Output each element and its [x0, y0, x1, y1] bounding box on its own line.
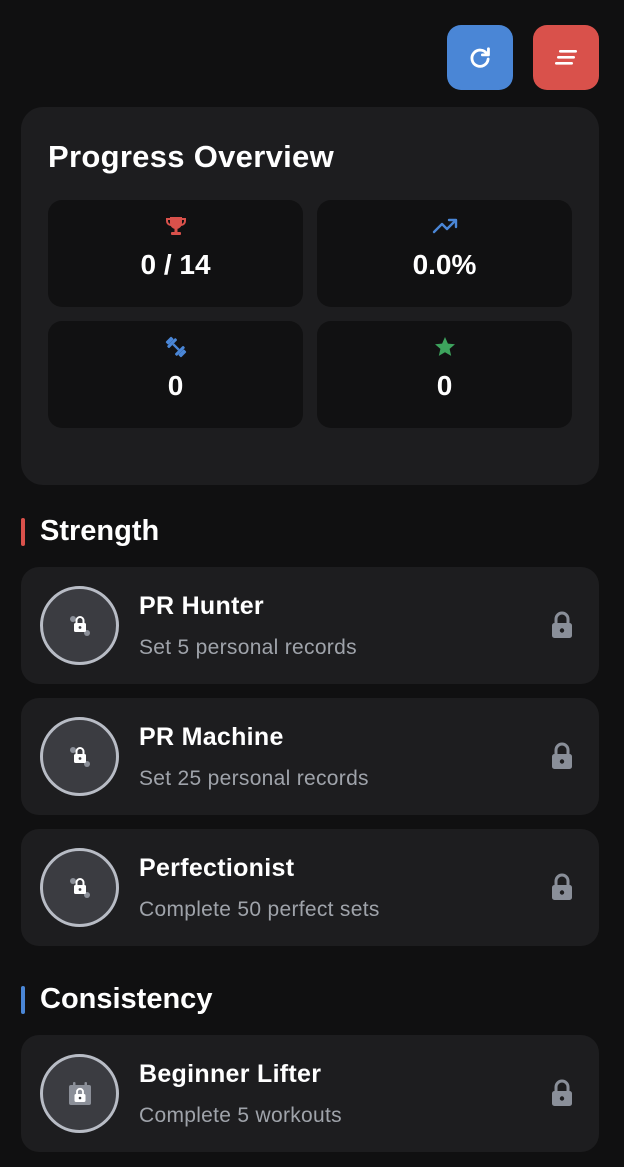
section-accent-bar — [21, 985, 25, 1014]
refresh-icon — [470, 46, 490, 68]
locked-medal-icon — [69, 877, 90, 898]
section-label: Consistency — [40, 983, 213, 1015]
stat-value: 0.0% — [412, 249, 477, 280]
lock-icon — [552, 1079, 572, 1106]
achievement-card-beginner-lifter[interactable]: Beginner Lifter Complete 5 workouts — [21, 1035, 599, 1152]
sort-button[interactable] — [533, 25, 599, 90]
stat-achievements: 0 / 14 — [48, 200, 303, 307]
stat-points: 0 — [317, 321, 572, 428]
achievement-card-pr-hunter[interactable]: PR Hunter Set 5 personal records — [21, 567, 599, 684]
stat-value: 0 — [167, 370, 184, 401]
refresh-button[interactable] — [447, 25, 513, 90]
achievement-title: PR Hunter — [139, 592, 264, 620]
trending-up-icon — [432, 218, 457, 234]
locked-calendar-icon — [68, 1081, 91, 1105]
stat-value: 0 — [436, 370, 453, 401]
overview-title: Progress Overview — [48, 139, 334, 174]
star-icon — [434, 337, 455, 356]
section-title-strength: Strength — [21, 515, 159, 548]
achievement-badge — [40, 586, 119, 665]
achievement-badge — [40, 848, 119, 927]
locked-medal-icon — [69, 615, 90, 636]
sort-icon — [555, 49, 577, 65]
lock-icon — [552, 611, 572, 638]
trophy-icon — [165, 217, 186, 235]
section-title-consistency: Consistency — [21, 983, 212, 1016]
achievement-description: Set 25 personal records — [139, 767, 369, 790]
achievement-badge — [40, 1054, 119, 1133]
achievement-description: Complete 5 workouts — [139, 1104, 342, 1127]
locked-medal-icon — [69, 746, 90, 767]
achievement-title: Beginner Lifter — [139, 1060, 322, 1088]
section-accent-bar — [21, 517, 25, 546]
stat-workouts: 0 — [48, 321, 303, 428]
achievement-description: Complete 50 perfect sets — [139, 898, 380, 921]
progress-overview-card: Progress Overview 0 / 14 0.0% 0 0 — [21, 107, 599, 485]
lock-icon — [552, 873, 572, 900]
section-label: Strength — [40, 515, 160, 547]
dumbbell-icon — [165, 336, 186, 358]
lock-icon — [552, 742, 572, 769]
achievement-title: Perfectionist — [139, 854, 295, 882]
stat-completion: 0.0% — [317, 200, 572, 307]
stat-value: 0 / 14 — [140, 249, 211, 280]
achievement-description: Set 5 personal records — [139, 636, 357, 659]
achievement-card-pr-machine[interactable]: PR Machine Set 25 personal records — [21, 698, 599, 815]
achievement-card-perfectionist[interactable]: Perfectionist Complete 50 perfect sets — [21, 829, 599, 946]
achievement-badge — [40, 717, 119, 796]
achievement-title: PR Machine — [139, 723, 284, 751]
